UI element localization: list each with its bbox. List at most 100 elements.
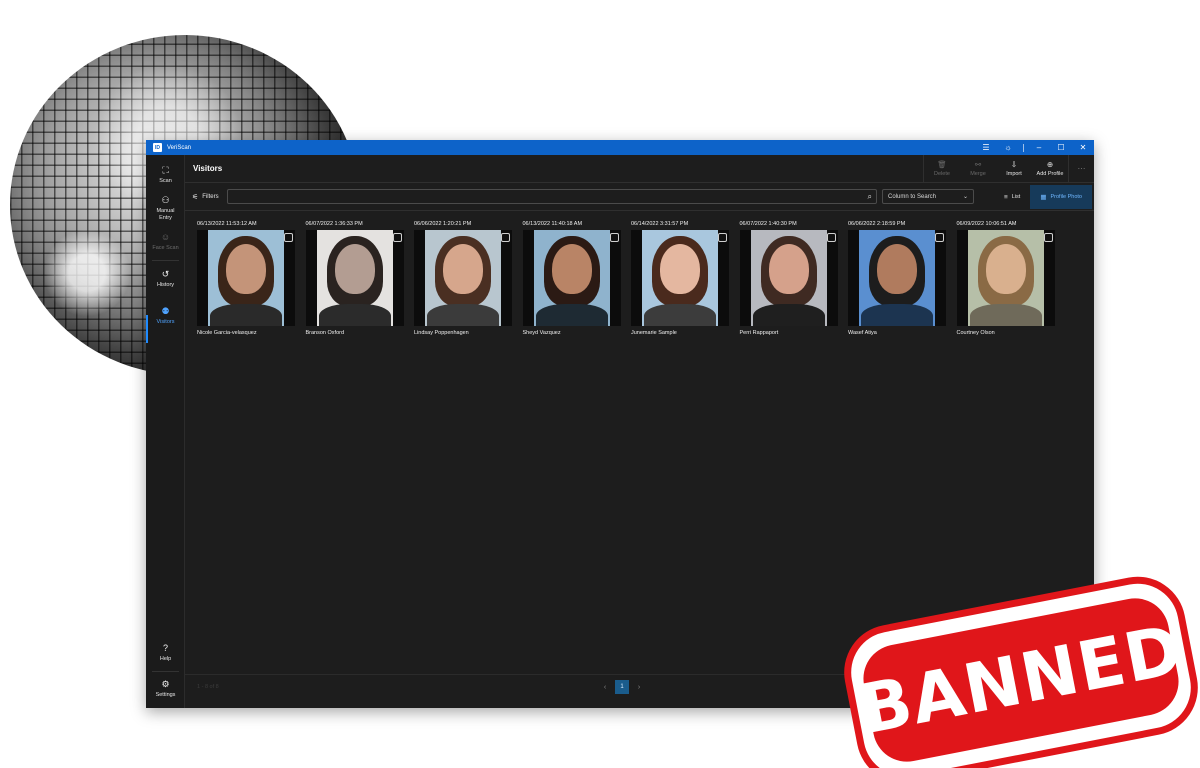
face-portrait-image <box>316 230 393 326</box>
view-toggle: ≡ List ▦ Profile Photo <box>994 185 1092 209</box>
search-input[interactable] <box>228 190 868 203</box>
chevron-left-icon[interactable]: ‹ <box>595 684 615 691</box>
face-portrait-image <box>425 230 501 326</box>
scan-icon: ⛶ <box>162 165 169 175</box>
sidebar: ⛶ Scan ⚇ Manual Entry ☺ Face Scan ↺ Hist… <box>146 155 185 708</box>
close-button[interactable]: ✕ <box>1072 140 1094 155</box>
column-to-search-select[interactable]: Column to Search ⌄ <box>882 189 974 204</box>
visitor-photo[interactable] <box>197 230 295 326</box>
import-button[interactable]: ⇩ Import <box>996 155 1032 183</box>
settings-icon: ⚙ <box>161 679 170 689</box>
profile-photo-view-label: Profile Photo <box>1050 194 1083 200</box>
page-button-current[interactable]: 1 <box>615 680 629 694</box>
visitor-date: 06/09/2022 10:06:51 AM <box>956 221 1017 227</box>
merge-button[interactable]: ⚯ Merge <box>960 155 996 183</box>
visitor-card[interactable]: 06/06/2022 1:20:21 PM Lindsay Poppenhage… <box>414 221 512 336</box>
list-view-button[interactable]: ≡ List <box>994 185 1030 209</box>
face-portrait-image <box>533 230 610 326</box>
visitor-name: Perri Rappaport <box>739 330 779 336</box>
banned-stamp-text: BANNED <box>852 610 1190 750</box>
maximize-button[interactable]: ☐ <box>1050 140 1072 155</box>
search-icon[interactable]: ⌕ <box>868 192 872 202</box>
visitor-photo[interactable] <box>956 230 1055 326</box>
chevron-right-icon[interactable]: › <box>629 684 649 691</box>
sidebar-item-settings[interactable]: ⚙ Settings <box>146 679 185 699</box>
select-checkbox[interactable] <box>935 233 944 242</box>
grid-icon: ▦ <box>1040 194 1047 201</box>
select-checkbox[interactable] <box>392 233 402 242</box>
add-profile-label: Add Profile <box>1036 171 1064 177</box>
face-portrait-image <box>967 230 1044 326</box>
chevron-down-icon: ⌄ <box>962 194 968 200</box>
visitor-card[interactable]: 06/13/2022 11:53:12 AM Nicole Garcia-vel… <box>197 221 295 336</box>
sidebar-item-face-scan[interactable]: ☺ Face Scan <box>146 232 185 252</box>
sidebar-item-scan[interactable]: ⛶ Scan <box>146 165 185 185</box>
select-checkbox[interactable] <box>718 233 727 242</box>
delete-button[interactable]: 🗑 Delete <box>924 155 960 183</box>
select-checkbox[interactable] <box>609 233 619 242</box>
visitor-date: 06/14/2022 3:31:57 PM <box>631 221 689 227</box>
face-scan-icon: ☺ <box>160 232 171 242</box>
app-title: VeriScan <box>167 144 192 151</box>
visitor-photo[interactable] <box>848 230 946 326</box>
visitor-card[interactable]: 06/14/2022 3:31:57 PM Junemarie Sample <box>631 221 729 336</box>
visitor-photo[interactable] <box>631 230 729 326</box>
visitor-name: Nicole Garcia-velasquez <box>197 330 257 336</box>
import-icon: ⇩ <box>1010 160 1018 169</box>
visitor-card[interactable]: 06/06/2022 2:18:59 PM Wasef Atiya <box>848 221 946 336</box>
visitor-photo[interactable] <box>739 230 838 326</box>
add-profile-button[interactable]: ⊕ Add Profile <box>1032 155 1068 183</box>
titlebar-divider <box>1023 143 1024 152</box>
help-icon: ? <box>162 643 168 653</box>
visitor-card[interactable]: 06/09/2022 10:06:51 AM Courtney Olson <box>956 221 1055 336</box>
sidebar-item-help[interactable]: ? Help <box>146 643 185 663</box>
visitor-name: Sheyd Vazquez <box>522 330 561 336</box>
stage: ID VeriScan ☰ ☼ – ☐ ✕ ⛶ Scan ⚇ Manual En… <box>0 0 1200 768</box>
select-checkbox[interactable] <box>501 233 510 242</box>
select-checkbox[interactable] <box>826 233 836 242</box>
pager: ‹ 1 › <box>595 680 649 694</box>
visitor-photo[interactable] <box>522 230 621 326</box>
search-box: ⌕ <box>227 189 877 204</box>
title-bar: ID VeriScan ☰ ☼ – ☐ ✕ <box>146 140 1094 155</box>
face-portrait-image <box>750 230 827 326</box>
visitor-photo[interactable] <box>305 230 404 326</box>
visitor-date: 06/07/2022 1:40:30 PM <box>739 221 797 227</box>
merge-label: Merge <box>970 171 986 177</box>
import-label: Import <box>1006 171 1022 177</box>
filters-label: Filters <box>202 193 219 200</box>
face-portrait-image <box>642 230 718 326</box>
visitor-card[interactable]: 06/07/2022 1:36:33 PM Branson Oxford <box>305 221 404 336</box>
visitor-card[interactable]: 06/13/2022 11:40:18 AM Sheyd Vazquez <box>522 221 621 336</box>
minimize-button[interactable]: – <box>1028 140 1050 155</box>
profile-photo-view-button[interactable]: ▦ Profile Photo <box>1030 185 1092 209</box>
select-checkbox[interactable] <box>1043 233 1053 242</box>
sidebar-item-label: Manual Entry <box>156 208 175 221</box>
server-icon[interactable]: ☰ <box>975 140 997 155</box>
visitor-name: Junemarie Sample <box>631 330 677 336</box>
sidebar-divider <box>152 260 179 261</box>
sidebar-divider <box>152 671 179 672</box>
more-options-icon[interactable]: ⋯ <box>1068 154 1094 183</box>
toolbar: ⚟ Filters ⌕ Column to Search ⌄ ≡ List ▦ … <box>185 183 1094 211</box>
list-icon: ≡ <box>1003 193 1008 201</box>
page-header: Visitors 🗑 Delete ⚯ Merge ⇩ Import ⊕ Add… <box>185 154 1094 183</box>
sidebar-item-label: History <box>156 282 175 288</box>
visitor-card[interactable]: 06/07/2022 1:40:30 PM Perri Rappaport <box>739 221 838 336</box>
select-checkbox[interactable] <box>284 233 293 242</box>
sidebar-item-visitors[interactable]: ⚉ Visitors <box>146 306 185 326</box>
app-logo-icon: ID <box>153 143 162 152</box>
sidebar-item-history[interactable]: ↺ History <box>146 269 185 289</box>
visitor-name: Courtney Olson <box>956 330 995 336</box>
page-title: Visitors <box>193 164 223 173</box>
sidebar-item-label: Face Scan <box>152 245 179 251</box>
visitor-date: 06/13/2022 11:40:18 AM <box>522 221 583 227</box>
visitor-photo[interactable] <box>414 230 512 326</box>
visitor-name: Branson Oxford <box>305 330 345 336</box>
column-select-value: Column to Search <box>888 193 937 200</box>
sidebar-item-manual-entry[interactable]: ⚇ Manual Entry <box>146 195 185 222</box>
sun-icon[interactable]: ☼ <box>997 140 1019 155</box>
filters-button[interactable]: ⚟ Filters <box>192 193 227 201</box>
visitor-date: 06/06/2022 1:20:21 PM <box>414 221 472 227</box>
visitor-name: Wasef Atiya <box>848 330 877 336</box>
